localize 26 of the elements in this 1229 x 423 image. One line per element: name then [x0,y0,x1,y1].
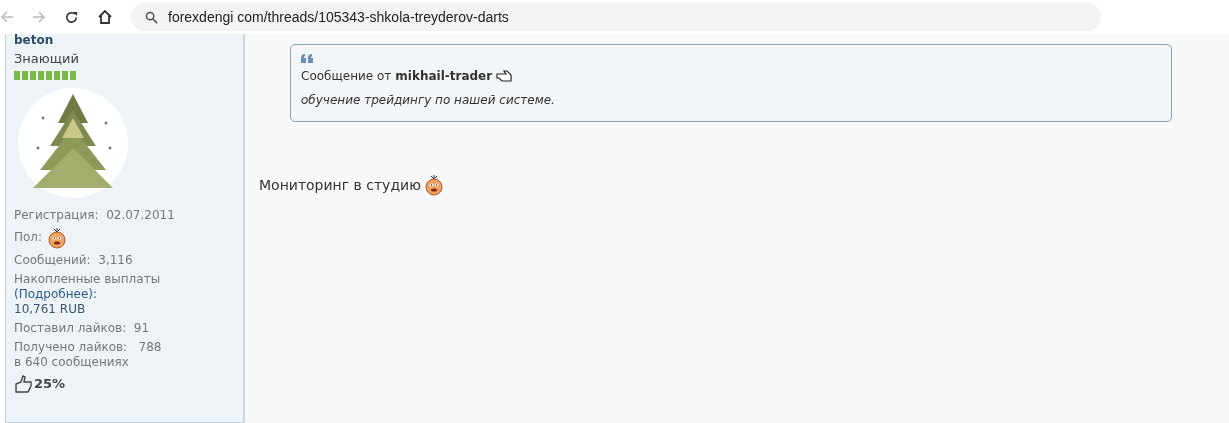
quote-text: обучение трейдингу по нашей системе. [301,92,556,109]
stat-label: Пол: [14,230,43,245]
thumbs-up-icon [14,373,34,394]
stat-label: Накопленные выплаты [14,271,162,287]
url-text: forexdengi com/threads/105343-shkola-treyderov-darts [168,7,509,27]
post-text: Мониторинг в студию [259,176,421,195]
like-ratio: 25% [34,375,66,393]
smiley-icon [48,226,67,249]
stat-note: в 640 сообщениях [14,354,130,370]
details-link[interactable]: (Подробнее): [14,286,98,301]
pointing-hand-icon[interactable] [496,69,515,83]
stat-text: Сообщений: 3,116 [14,252,134,268]
quote-icon [301,54,313,63]
smiley-icon [424,174,443,196]
home-icon[interactable] [97,9,113,25]
username[interactable]: beton [14,34,235,47]
stat-text: Поставил лайков: 91 [14,320,151,336]
reload-icon[interactable] [64,9,79,25]
stat-text: Регистрация: 02.07.2011 [14,207,176,223]
address-bar[interactable]: forexdengi com/threads/105343-shkola-treyderov-darts [131,3,1101,31]
stat-value: 10,761 RUB [14,301,87,317]
quote-prefix: Сообщение от [301,68,392,85]
user-rank: Знающий [14,50,80,68]
search-icon [145,10,158,24]
stat-text: Получено лайков: 788 [14,339,163,355]
quote-author[interactable]: mikhail-trader [395,67,493,85]
